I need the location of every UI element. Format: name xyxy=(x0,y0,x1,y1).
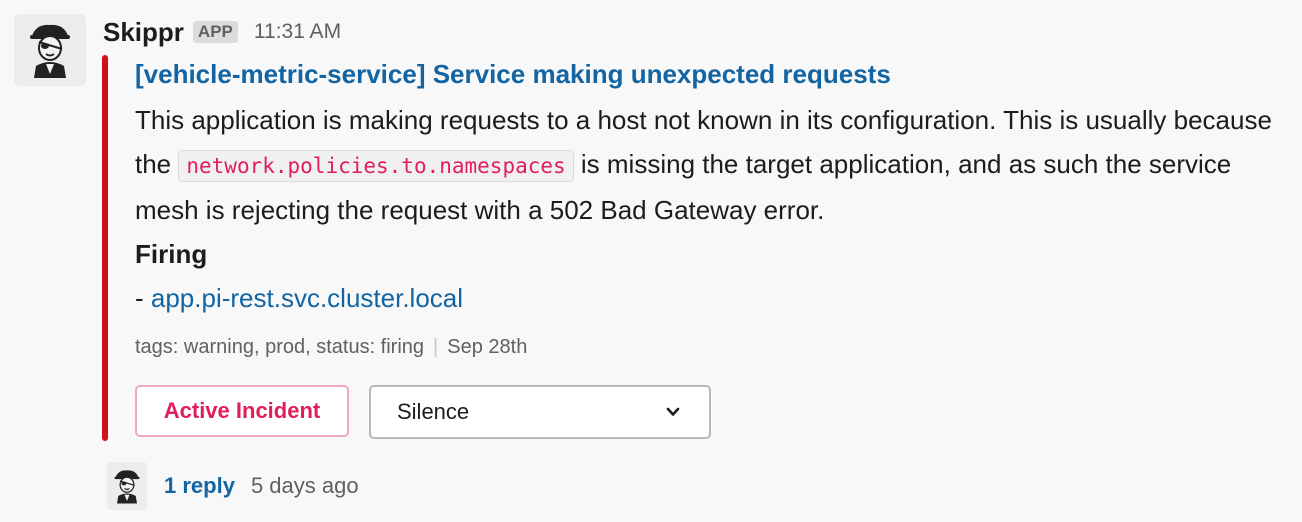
thread-avatar xyxy=(107,462,147,510)
bot-avatar[interactable] xyxy=(14,14,86,86)
footer-separator: | xyxy=(433,336,439,358)
pirate-icon xyxy=(30,24,70,78)
message-timestamp[interactable]: 11:31 AM xyxy=(254,20,341,44)
app-badge: APP xyxy=(192,21,238,43)
footer-tags: tags: warning, prod, status: firing xyxy=(135,336,425,358)
bot-name[interactable]: Skippr xyxy=(103,17,184,48)
footer-date[interactable]: Sep 28th xyxy=(447,336,527,359)
attachment-body: This application is making requests to a… xyxy=(135,98,1285,320)
active-incident-button[interactable]: Active Incident xyxy=(135,385,349,437)
firing-list-prefix: - xyxy=(135,283,151,313)
reply-count-link[interactable]: 1 reply xyxy=(164,473,235,499)
chevron-down-icon xyxy=(666,407,680,416)
firing-label: Firing xyxy=(135,239,208,269)
firing-list-item: - app.pi-rest.svc.cluster.local xyxy=(135,276,1285,320)
attachment-color-bar xyxy=(102,55,108,441)
firing-host-link[interactable]: app.pi-rest.svc.cluster.local xyxy=(151,283,463,313)
reply-time: 5 days ago xyxy=(250,473,359,498)
attachment-title-link[interactable]: [vehicle-metric-service] Service making … xyxy=(135,59,891,90)
silence-select[interactable]: Silence xyxy=(369,385,711,439)
pirate-icon xyxy=(114,470,140,504)
inline-code: network.policies.to.namespaces xyxy=(178,150,574,182)
message-header: Skippr APP 11:31 AM xyxy=(103,14,341,50)
thread-summary[interactable]: 1 reply 5 days ago xyxy=(107,462,359,510)
attachment-footer: tags: warning, prod, status: firing | Se… xyxy=(135,336,527,359)
silence-select-label: Silence xyxy=(397,399,470,424)
